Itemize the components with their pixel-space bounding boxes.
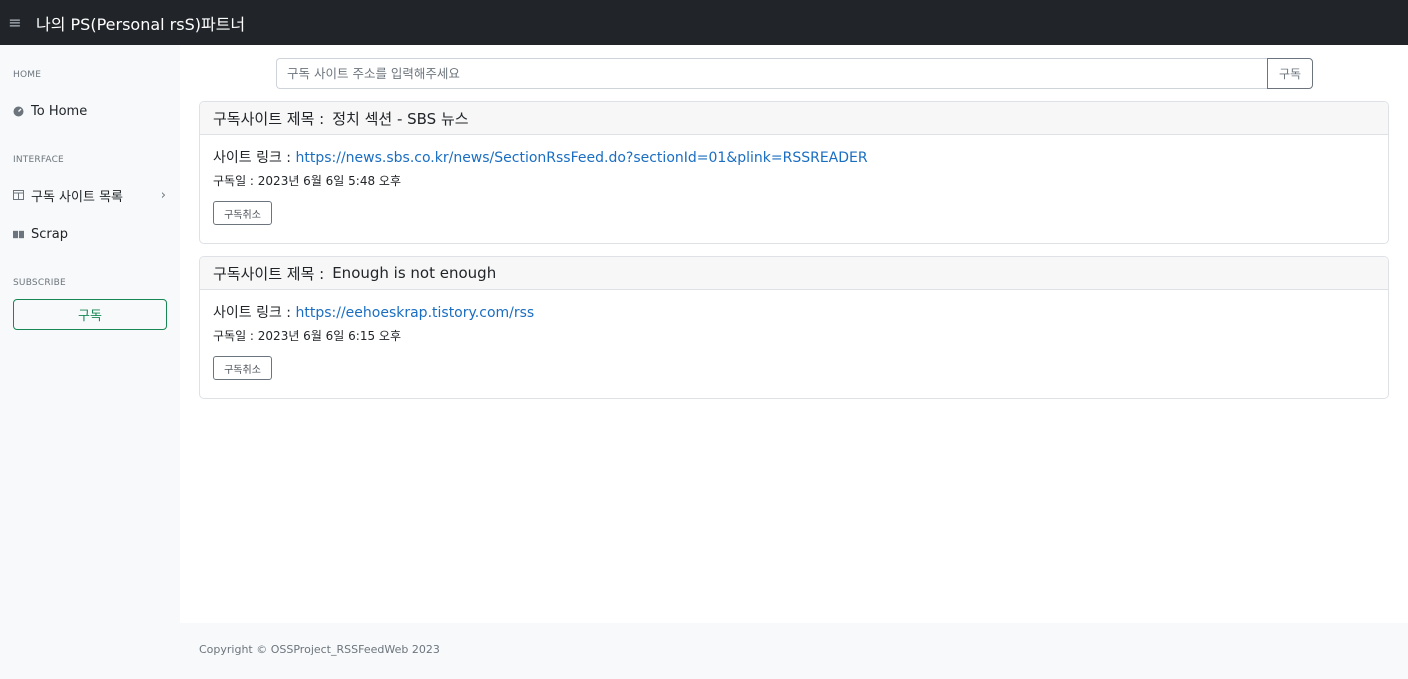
sidebar-subscribe-button[interactable]: 구독 xyxy=(13,299,167,330)
sidebar-heading-home: HOME xyxy=(13,70,42,80)
unsubscribe-button[interactable]: 구독취소 xyxy=(213,356,272,380)
unsubscribe-button[interactable]: 구독취소 xyxy=(213,201,272,225)
card-title-prefix: 구독사이트 제목 : xyxy=(213,109,325,128)
card-body: 사이트 링크 : https://eehoeskrap.tistory.com/… xyxy=(200,290,1388,380)
subscription-card: 구독사이트 제목 : Enough is not enough 사이트 링크 :… xyxy=(199,256,1389,399)
subscribe-date: 구독일 : 2023년 6월 6일 5:48 오후 xyxy=(213,174,402,188)
site-link-line: 사이트 링크 : https://news.sbs.co.kr/news/Sec… xyxy=(213,147,1375,169)
site-link-line: 사이트 링크 : https://eehoeskrap.tistory.com/… xyxy=(213,302,1375,324)
sidebar-item-to-home[interactable]: To Home xyxy=(0,99,180,123)
card-body: 사이트 링크 : https://news.sbs.co.kr/news/Sec… xyxy=(200,135,1388,225)
card-title: 정치 섹션 - SBS 뉴스 xyxy=(332,109,469,128)
hamburger-icon[interactable]: ≡ xyxy=(0,13,30,32)
card-header: 구독사이트 제목 : 정치 섹션 - SBS 뉴스 xyxy=(200,102,1388,135)
top-navbar: ≡ 나의 PS(Personal rsS)파트너 xyxy=(0,0,1408,45)
site-link-prefix: 사이트 링크 : xyxy=(213,305,292,321)
site-url-input[interactable] xyxy=(276,58,1267,89)
site-link[interactable]: https://news.sbs.co.kr/news/SectionRssFe… xyxy=(295,150,867,166)
sidebar-item-scrap[interactable]: Scrap xyxy=(0,222,180,246)
columns-icon xyxy=(13,190,24,201)
book-icon xyxy=(13,229,24,240)
dashboard-icon xyxy=(13,106,24,117)
footer: Copyright © OSSProject_RSSFeedWeb 2023 xyxy=(180,623,1408,679)
sidebar-item-label: Scrap xyxy=(31,226,68,242)
sidebar-item-label: 구독 사이트 목록 xyxy=(31,189,123,205)
subscription-card: 구독사이트 제목 : 정치 섹션 - SBS 뉴스 사이트 링크 : https… xyxy=(199,101,1389,244)
card-title: Enough is not enough xyxy=(332,264,497,282)
subscribe-date: 구독일 : 2023년 6월 6일 6:15 오후 xyxy=(213,329,402,343)
site-link[interactable]: https://eehoeskrap.tistory.com/rss xyxy=(295,305,534,321)
chevron-right-icon: › xyxy=(160,187,166,203)
copyright-text: Copyright © OSSProject_RSSFeedWeb 2023 xyxy=(199,643,440,656)
sidebar-item-subscription-list[interactable]: 구독 사이트 목록 › xyxy=(0,183,180,207)
sidebar: HOME To Home INTERFACE 구독 사이트 목록 › Scrap… xyxy=(0,45,180,679)
card-title-prefix: 구독사이트 제목 : xyxy=(213,264,325,283)
card-header: 구독사이트 제목 : Enough is not enough xyxy=(200,257,1388,290)
sidebar-heading-interface: INTERFACE xyxy=(13,155,64,165)
subscribe-form: 구독 xyxy=(276,58,1313,89)
app-title[interactable]: 나의 PS(Personal rsS)파트너 xyxy=(36,11,245,35)
sidebar-item-label: To Home xyxy=(31,103,88,119)
site-link-prefix: 사이트 링크 : xyxy=(213,150,292,166)
main-content: 구독 구독사이트 제목 : 정치 섹션 - SBS 뉴스 사이트 링크 : ht… xyxy=(180,45,1408,623)
sidebar-heading-subscribe: SUBSCRIBE xyxy=(13,278,66,288)
subscribe-submit-button[interactable]: 구독 xyxy=(1267,58,1313,89)
